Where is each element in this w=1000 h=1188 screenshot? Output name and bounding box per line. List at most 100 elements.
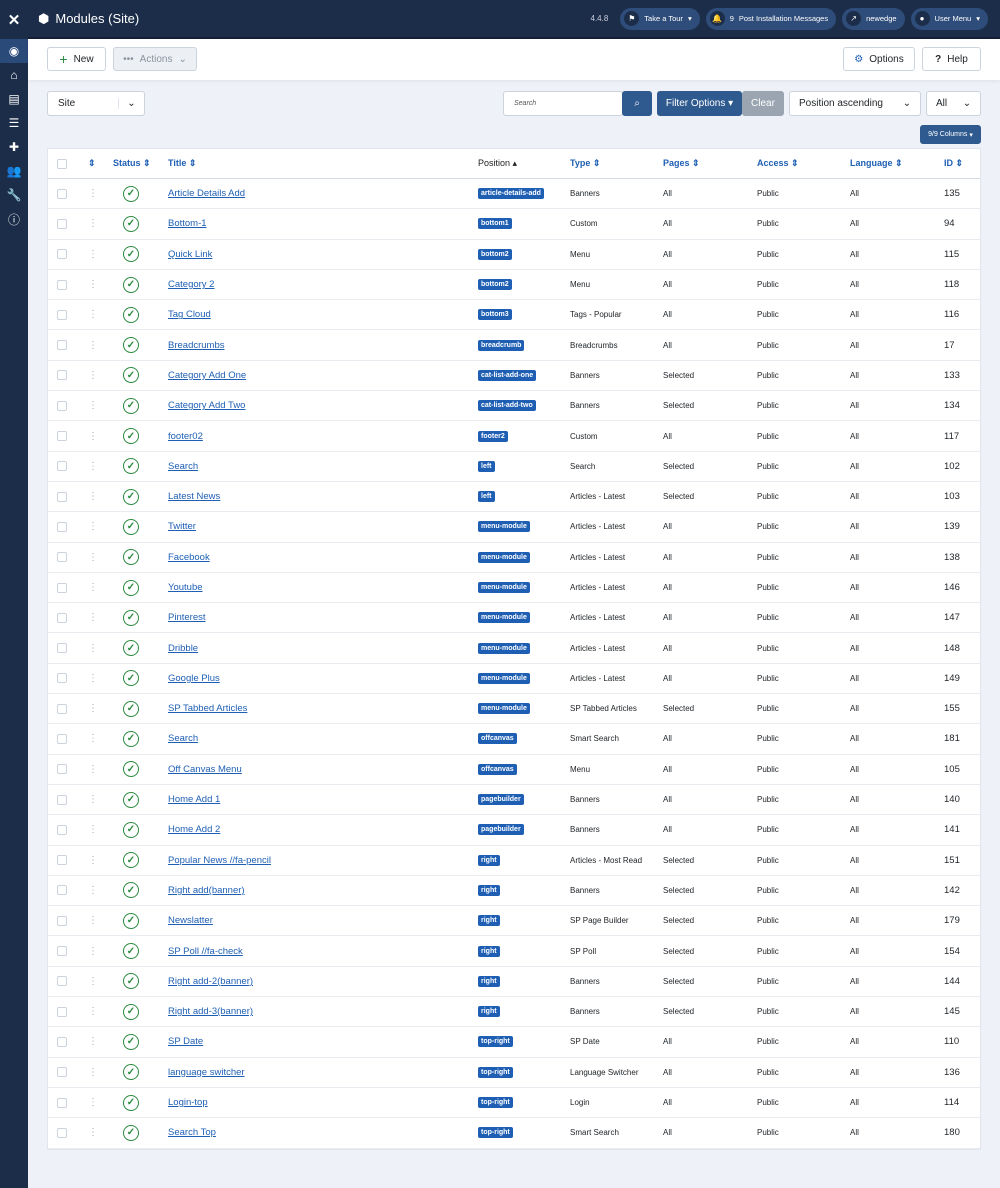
row-checkbox[interactable] xyxy=(57,582,67,593)
drag-handle-icon[interactable]: ⋮ xyxy=(88,461,98,472)
published-check-icon[interactable]: ✓ xyxy=(123,791,139,808)
take-tour-button[interactable]: ⚑ Take a Tour ▾ xyxy=(620,7,700,30)
published-check-icon[interactable]: ✓ xyxy=(123,518,139,535)
module-title-link[interactable]: Off Canvas Menu xyxy=(168,764,242,775)
module-title-link[interactable]: Twitter xyxy=(168,521,196,532)
published-check-icon[interactable]: ✓ xyxy=(123,912,139,929)
published-check-icon[interactable]: ✓ xyxy=(123,700,139,717)
published-check-icon[interactable]: ✓ xyxy=(123,1124,139,1141)
row-checkbox[interactable] xyxy=(57,764,67,775)
client-select[interactable]: Site ⌄ xyxy=(47,91,145,116)
module-title-link[interactable]: Tag Cloud xyxy=(168,309,211,320)
row-checkbox[interactable] xyxy=(57,1067,67,1078)
drag-handle-icon[interactable]: ⋮ xyxy=(88,885,98,896)
published-check-icon[interactable]: ✓ xyxy=(123,397,139,414)
access-header[interactable]: Access ⇕ xyxy=(757,158,799,169)
row-checkbox[interactable] xyxy=(57,309,67,320)
drag-handle-icon[interactable]: ⋮ xyxy=(88,612,98,623)
module-title-link[interactable]: Category Add One xyxy=(168,370,246,381)
module-title-link[interactable]: Category 2 xyxy=(168,279,214,290)
published-check-icon[interactable]: ✓ xyxy=(123,882,139,899)
menu-toggle-icon[interactable]: ◉ xyxy=(0,39,28,63)
module-title-link[interactable]: Home Add 2 xyxy=(168,824,220,835)
published-check-icon[interactable]: ✓ xyxy=(123,670,139,687)
row-checkbox[interactable] xyxy=(57,340,67,351)
module-title-link[interactable]: Popular News //fa-pencil xyxy=(168,855,271,866)
row-checkbox[interactable] xyxy=(57,218,67,229)
components-icon[interactable]: ✚ xyxy=(0,135,28,159)
published-check-icon[interactable]: ✓ xyxy=(123,185,139,202)
row-checkbox[interactable] xyxy=(57,249,67,260)
drag-handle-icon[interactable]: ⋮ xyxy=(88,370,98,381)
menus-icon[interactable]: ☰ xyxy=(0,111,28,135)
site-link-button[interactable]: ↗ newedge xyxy=(842,7,905,30)
position-header[interactable]: Position ▴ xyxy=(478,158,517,169)
module-title-link[interactable]: Pinterest xyxy=(168,612,206,623)
published-check-icon[interactable]: ✓ xyxy=(123,852,139,869)
module-title-link[interactable]: Login-top xyxy=(168,1097,208,1108)
row-checkbox[interactable] xyxy=(57,946,67,957)
module-title-link[interactable]: Article Details Add xyxy=(168,188,245,199)
row-checkbox[interactable] xyxy=(57,855,67,866)
published-check-icon[interactable]: ✓ xyxy=(123,973,139,990)
title-header[interactable]: Title ⇕ xyxy=(168,158,196,169)
drag-handle-icon[interactable]: ⋮ xyxy=(88,552,98,563)
module-title-link[interactable]: Right add-3(banner) xyxy=(168,1006,253,1017)
module-title-link[interactable]: Newslatter xyxy=(168,915,213,926)
row-checkbox[interactable] xyxy=(57,976,67,987)
new-button[interactable]: + New xyxy=(47,47,106,71)
published-check-icon[interactable]: ✓ xyxy=(123,1033,139,1050)
row-checkbox[interactable] xyxy=(57,1097,67,1108)
module-title-link[interactable]: Breadcrumbs xyxy=(168,340,225,351)
status-header[interactable]: Status ⇕ xyxy=(113,158,151,169)
content-icon[interactable]: ▤ xyxy=(0,87,28,111)
module-title-link[interactable]: SP Date xyxy=(168,1036,203,1047)
row-checkbox[interactable] xyxy=(57,1006,67,1017)
module-title-link[interactable]: SP Tabbed Articles xyxy=(168,703,247,714)
drag-handle-icon[interactable]: ⋮ xyxy=(88,309,98,320)
drag-handle-icon[interactable]: ⋮ xyxy=(88,1127,98,1138)
module-title-link[interactable]: Search xyxy=(168,733,198,744)
module-title-link[interactable]: Bottom-1 xyxy=(168,218,207,229)
row-checkbox[interactable] xyxy=(57,552,67,563)
published-check-icon[interactable]: ✓ xyxy=(123,458,139,475)
module-title-link[interactable]: SP Poll //fa-check xyxy=(168,946,243,957)
module-title-link[interactable]: Facebook xyxy=(168,552,210,563)
row-checkbox[interactable] xyxy=(57,1036,67,1047)
module-title-link[interactable]: Search xyxy=(168,461,198,472)
published-check-icon[interactable]: ✓ xyxy=(123,215,139,232)
drag-handle-icon[interactable]: ⋮ xyxy=(88,249,98,260)
drag-handle-icon[interactable]: ⋮ xyxy=(88,703,98,714)
drag-handle-icon[interactable]: ⋮ xyxy=(88,976,98,987)
published-check-icon[interactable]: ✓ xyxy=(123,549,139,566)
row-checkbox[interactable] xyxy=(57,673,67,684)
module-title-link[interactable]: Dribble xyxy=(168,643,198,654)
drag-handle-icon[interactable]: ⋮ xyxy=(88,1006,98,1017)
drag-handle-icon[interactable]: ⋮ xyxy=(88,400,98,411)
row-checkbox[interactable] xyxy=(57,461,67,472)
row-checkbox[interactable] xyxy=(57,431,67,442)
row-checkbox[interactable] xyxy=(57,885,67,896)
drag-handle-icon[interactable]: ⋮ xyxy=(88,643,98,654)
published-check-icon[interactable]: ✓ xyxy=(123,1003,139,1020)
module-title-link[interactable]: Right add(banner) xyxy=(168,885,245,896)
search-input[interactable]: Search xyxy=(503,91,623,116)
type-header[interactable]: Type ⇕ xyxy=(570,158,600,169)
pages-header[interactable]: Pages ⇕ xyxy=(663,158,700,169)
drag-handle-icon[interactable]: ⋮ xyxy=(88,764,98,775)
module-title-link[interactable]: Latest News xyxy=(168,491,220,502)
drag-handle-icon[interactable]: ⋮ xyxy=(88,824,98,835)
drag-handle-icon[interactable]: ⋮ xyxy=(88,1067,98,1078)
filter-options-button[interactable]: Filter Options ▾ xyxy=(657,91,742,116)
drag-handle-icon[interactable]: ⋮ xyxy=(88,733,98,744)
published-check-icon[interactable]: ✓ xyxy=(123,640,139,657)
system-icon[interactable]: 🔧 xyxy=(0,183,28,207)
row-checkbox[interactable] xyxy=(57,370,67,381)
module-title-link[interactable]: Category Add Two xyxy=(168,400,245,411)
published-check-icon[interactable]: ✓ xyxy=(123,943,139,960)
drag-handle-icon[interactable]: ⋮ xyxy=(88,673,98,684)
drag-handle-icon[interactable]: ⋮ xyxy=(88,218,98,229)
row-checkbox[interactable] xyxy=(57,733,67,744)
row-checkbox[interactable] xyxy=(57,612,67,623)
ordering-select[interactable]: Position ascending ⌄ xyxy=(789,91,921,116)
